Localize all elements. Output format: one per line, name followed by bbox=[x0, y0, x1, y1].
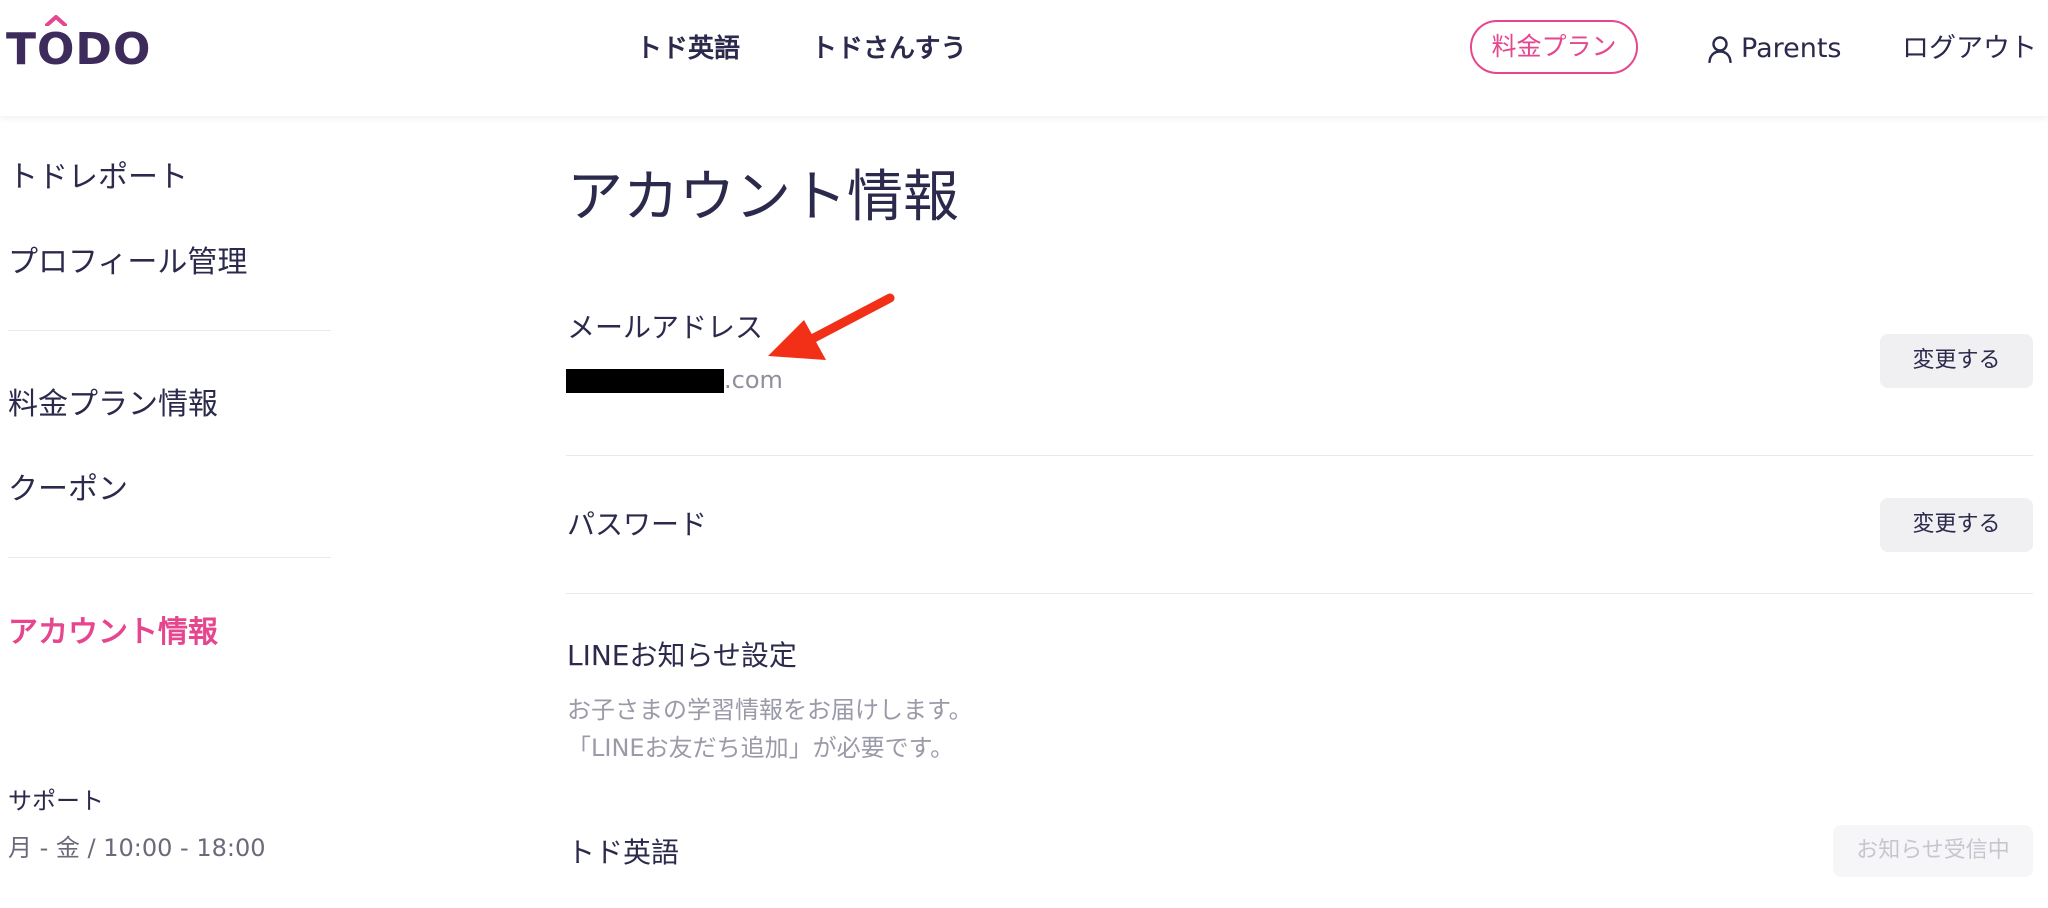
annotation-arrow-icon bbox=[768, 293, 895, 360]
password-label: パスワード bbox=[567, 508, 708, 541]
section-divider bbox=[566, 455, 2033, 456]
nav-todo-sansu[interactable]: トドさんすう bbox=[811, 32, 966, 66]
logo-roof-icon bbox=[45, 15, 68, 26]
change-email-button[interactable]: 変更する bbox=[1880, 334, 2033, 388]
logo-letter-o: O bbox=[37, 15, 75, 74]
page-title: アカウント情報 bbox=[567, 165, 959, 230]
sidebar-divider bbox=[8, 330, 331, 331]
line-notification-label: LINEお知らせ設定 bbox=[567, 639, 797, 672]
logo-letter-t: T bbox=[6, 24, 38, 75]
user-icon bbox=[1708, 36, 1732, 63]
pricing-plan-button[interactable]: 料金プラン bbox=[1470, 20, 1638, 74]
sidebar-item-account-info[interactable]: アカウント情報 bbox=[8, 613, 218, 653]
line-description-2: 「LINEお友だち追加」が必要です。 bbox=[567, 734, 955, 762]
parents-label: Parents bbox=[1741, 33, 1842, 64]
change-password-button[interactable]: 変更する bbox=[1880, 498, 2033, 552]
top-header: T ODO トド英語 トドさんすう 料金プラン Parents ログアウト bbox=[0, 0, 2048, 116]
logo-letters-do: DO bbox=[75, 24, 152, 75]
sidebar-item-plan-info[interactable]: 料金プラン情報 bbox=[8, 385, 218, 425]
sidebar-item-profile[interactable]: プロフィール管理 bbox=[8, 243, 247, 283]
email-redaction-bar bbox=[566, 369, 724, 393]
todo-eigo-notification-label: トド英語 bbox=[567, 836, 680, 869]
logout-link[interactable]: ログアウト bbox=[1902, 32, 2037, 66]
sidebar-divider bbox=[8, 557, 331, 558]
todo-logo[interactable]: T ODO bbox=[6, 15, 152, 75]
line-description-1: お子さまの学習情報をお届けします。 bbox=[567, 696, 973, 724]
email-label: メールアドレス bbox=[567, 311, 764, 344]
parents-menu[interactable]: Parents bbox=[1707, 32, 1842, 66]
sidebar-item-report[interactable]: トドレポート bbox=[8, 158, 188, 198]
nav-todo-eigo[interactable]: トド英語 bbox=[636, 32, 740, 66]
section-divider bbox=[566, 593, 2033, 594]
sidebar-item-coupon[interactable]: クーポン bbox=[8, 470, 128, 510]
support-hours: 月 - 金 / 10:00 - 18:00 bbox=[8, 834, 266, 862]
support-label: サポート bbox=[8, 787, 104, 815]
notification-receiving-button: お知らせ受信中 bbox=[1833, 825, 2033, 877]
